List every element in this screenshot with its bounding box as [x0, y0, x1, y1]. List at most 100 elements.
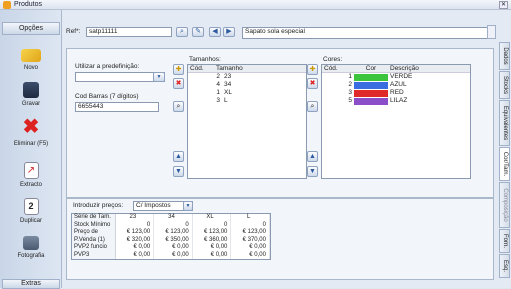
cell[interactable]: € 0,00 — [193, 244, 232, 252]
ref-input[interactable]: satp11111 — [86, 27, 172, 37]
colors-col-desc: Descrição — [390, 65, 419, 72]
cell[interactable]: € 0,00 — [193, 251, 232, 259]
tab-esq[interactable]: Esq. — [499, 254, 510, 278]
sizes-delete-icon[interactable]: ✖ — [173, 78, 184, 89]
table-row[interactable]: Stock Mínimo 0 0 0 0 — [72, 221, 270, 229]
cell[interactable]: 0 — [231, 221, 270, 229]
color-desc: VERDE — [390, 73, 413, 80]
cell[interactable]: € 123,00 — [231, 229, 270, 237]
sizes-edit-icon[interactable]: ⌕ — [173, 101, 184, 112]
colors-up-icon[interactable]: ▲ — [307, 151, 318, 162]
delete-button[interactable]: ✖ Eliminar (F5) — [4, 116, 58, 147]
cell[interactable]: € 123,00 — [116, 229, 155, 237]
ref-label: Ref*: — [66, 28, 81, 35]
cell[interactable]: € 123,00 — [154, 229, 193, 237]
colors-add-icon[interactable]: ✚ — [307, 64, 318, 75]
table-row[interactable]: 2 23 — [188, 73, 306, 81]
cell[interactable]: € 0,00 — [116, 251, 155, 259]
color-code: 5 — [348, 97, 352, 104]
save-button[interactable]: Gravar — [4, 82, 58, 107]
sizes-up-icon[interactable]: ▲ — [173, 151, 184, 162]
extract-button[interactable]: ↗ Extracto — [4, 162, 58, 188]
previous-icon[interactable]: ◀ — [209, 27, 221, 37]
sizes-add-icon[interactable]: ✚ — [173, 64, 184, 75]
cell[interactable]: 0 — [193, 221, 232, 229]
close-icon[interactable]: ✕ — [499, 1, 508, 9]
cell[interactable]: € 0,00 — [231, 251, 270, 259]
colors-table: Cód. Cor Descrição 1 VERDE 2 AZUL 3 RED 5 LILA… — [321, 64, 471, 179]
options-sidebar: Opções Novo Gravar ✖ Eliminar (F5) ↗ Ext… — [0, 10, 62, 289]
search-icon[interactable]: ⌕ — [176, 27, 188, 37]
barcode-label: Cod Barras (7 dígitos) — [75, 93, 139, 100]
cell[interactable]: € 0,00 — [154, 244, 193, 252]
photo-button[interactable]: Fotografia — [4, 236, 58, 259]
tab-equivalentes[interactable]: Equivalentes — [499, 100, 510, 146]
table-row[interactable]: 1 XL — [188, 89, 306, 97]
main-panel: Utilizar a predefinição: ▼ Cod Barras (7… — [66, 48, 494, 198]
cell[interactable]: 0 — [116, 221, 155, 229]
table-row[interactable]: P.Venda (1) € 320,00 € 350,00 € 360,00 € 370… — [72, 236, 270, 244]
sidebar-header[interactable]: Opções — [2, 22, 60, 35]
tab-cor-tam[interactable]: Cor/Tam. — [499, 147, 510, 181]
color-code: 2 — [348, 81, 352, 88]
delete-icon: ✖ — [22, 116, 40, 138]
color-swatch — [354, 97, 388, 105]
edit-icon[interactable]: ✎ — [192, 27, 204, 37]
table-row[interactable]: 2 AZUL — [322, 81, 470, 89]
cell[interactable]: € 123,00 — [193, 229, 232, 237]
size-code: 1 — [216, 89, 220, 96]
new-folder-icon — [21, 49, 41, 62]
row-label: Série de Tam. — [72, 214, 116, 222]
table-row[interactable]: 1 VERDE — [322, 73, 470, 81]
size-code: 3 — [216, 97, 220, 104]
description-scroll[interactable] — [487, 25, 496, 39]
table-row[interactable]: 4 34 — [188, 81, 306, 89]
colors-down-icon[interactable]: ▼ — [307, 166, 318, 177]
barcode-input[interactable]: 6655443 — [75, 102, 159, 112]
cell: XL — [193, 214, 232, 222]
tab-label: Composição — [501, 188, 508, 222]
cell[interactable]: € 0,00 — [154, 251, 193, 259]
row-label: P.Venda (1) — [72, 236, 116, 244]
cell[interactable]: 0 — [154, 221, 193, 229]
tab-stocks[interactable]: Stocks — [499, 71, 510, 99]
chevron-down-icon[interactable]: ▼ — [183, 201, 193, 211]
description-input[interactable]: Sapato sola especial — [242, 27, 494, 39]
next-icon[interactable]: ▶ — [223, 27, 235, 37]
chevron-down-icon[interactable]: ▼ — [153, 72, 165, 82]
colors-title: Cores: — [323, 56, 343, 63]
tab-forn[interactable]: Forn. — [499, 229, 510, 253]
cell[interactable]: € 370,00 — [231, 236, 270, 244]
predefinition-select[interactable] — [75, 72, 165, 82]
table-row[interactable]: PVP2 funcio € 0,00 € 0,00 € 0,00 € 0,00 — [72, 244, 270, 252]
color-swatch — [354, 89, 388, 97]
tab-composicao[interactable]: Composição — [499, 182, 510, 228]
table-row[interactable]: Preço de Custo€ 123,00€ 123,00€ 123,00€ … — [72, 229, 270, 243]
cell[interactable]: € 320,00 — [116, 236, 155, 244]
tab-dados[interactable]: Dados — [499, 42, 510, 70]
tab-label: Equivalentes — [501, 105, 508, 141]
sizes-col-size: Tamanho — [216, 65, 243, 72]
tab-label: Esq. — [501, 259, 508, 273]
sizes-down-icon[interactable]: ▼ — [173, 166, 184, 177]
duplicate-button[interactable]: 2 Duplicar — [4, 198, 58, 224]
tab-label: Stocks — [501, 75, 508, 95]
colors-edit-icon[interactable]: ⌕ — [307, 101, 318, 112]
cell[interactable]: € 350,00 — [154, 236, 193, 244]
sizes-title: Tamanhos: — [189, 56, 221, 63]
title-bar: Produtos ✕ — [0, 0, 511, 10]
cell[interactable]: € 360,00 — [193, 236, 232, 244]
color-desc: AZUL — [390, 81, 407, 88]
cell[interactable]: € 0,00 — [116, 244, 155, 252]
table-row[interactable]: 5 LILAZ — [322, 97, 470, 105]
cell[interactable]: € 0,00 — [231, 244, 270, 252]
colors-delete-icon[interactable]: ✖ — [307, 78, 318, 89]
color-desc: LILAZ — [390, 97, 408, 104]
table-row[interactable]: 3 RED — [322, 89, 470, 97]
save-label: Gravar — [21, 101, 41, 107]
new-button[interactable]: Novo — [4, 46, 58, 71]
duplicate-label: Duplicar — [19, 218, 42, 224]
table-row[interactable]: 3L — [188, 97, 306, 105]
table-row[interactable]: PVP3 € 0,00 € 0,00 € 0,00 € 0,00 — [72, 251, 270, 259]
tab-label: Dados — [501, 47, 508, 65]
